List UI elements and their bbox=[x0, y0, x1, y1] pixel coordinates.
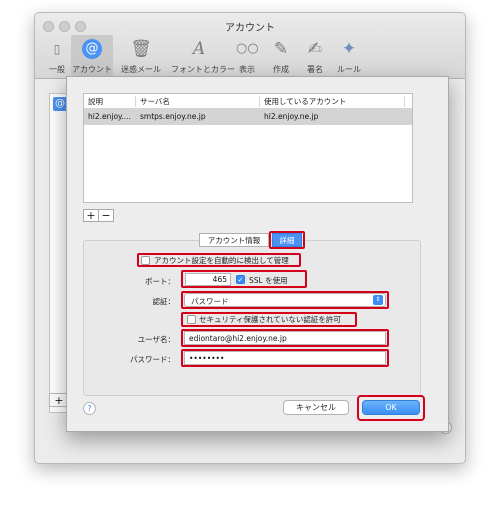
cell-server: smtps.enjoy.ne.jp bbox=[140, 112, 206, 121]
at-icon: @ bbox=[53, 97, 67, 111]
tab-advanced[interactable]: 詳細 bbox=[272, 233, 302, 247]
font-icon: A bbox=[192, 39, 206, 59]
table-header: 説明 サーバ名 使用しているアカウント bbox=[84, 94, 412, 109]
add-server-button[interactable]: + bbox=[83, 209, 99, 222]
toolbar-junk-label: 迷惑メール bbox=[121, 65, 161, 74]
tab-account-info[interactable]: アカウント情報 bbox=[199, 233, 269, 247]
allow-insecure-auth-label: セキュリティ保護されていない認証を許可 bbox=[199, 315, 341, 324]
auto-detect-label: アカウント設定を自動的に検出して管理 bbox=[154, 256, 289, 265]
glasses-icon: ○○ bbox=[236, 41, 259, 56]
trash-junk-icon: 🗑 bbox=[130, 39, 152, 59]
help-button[interactable]: ? bbox=[83, 402, 96, 415]
auth-label: 認証： bbox=[152, 297, 176, 306]
username-field[interactable]: ediontaro@hi2.enjoy.ne.jp bbox=[184, 331, 386, 345]
column-header-description[interactable]: 説明 bbox=[88, 96, 103, 107]
at-icon: @ bbox=[82, 39, 102, 59]
cell-account: hi2.enjoy.ne.jp bbox=[264, 112, 319, 121]
table-row[interactable]: hi2.enjoy.... smtps.enjoy.ne.jp hi2.enjo… bbox=[84, 109, 412, 125]
toolbar-fonts[interactable]: A フォントとカラー bbox=[171, 35, 235, 77]
column-header-account[interactable]: 使用しているアカウント bbox=[264, 96, 346, 107]
smtp-server-table: 説明 サーバ名 使用しているアカウント hi2.enjoy.... smtps.… bbox=[83, 93, 413, 203]
ok-button[interactable]: OK bbox=[362, 400, 420, 415]
password-field[interactable]: •••••••• bbox=[184, 351, 386, 365]
window-titlebar: アカウント ▯ 一般 @ アカウント 🗑 迷惑メール A フォントとカラー ○○… bbox=[35, 13, 465, 79]
ssl-checkbox[interactable]: ✓ bbox=[236, 275, 245, 284]
auth-popup-value: パスワード bbox=[191, 297, 229, 306]
column-header-server[interactable]: サーバ名 bbox=[140, 96, 170, 107]
port-label: ポート： bbox=[145, 277, 175, 286]
column-separator bbox=[135, 96, 136, 107]
pencil-icon: ✎ bbox=[273, 39, 289, 59]
password-label: パスワード： bbox=[130, 355, 175, 364]
auth-popup[interactable]: パスワード ⇕ bbox=[184, 293, 386, 307]
window-title: アカウント bbox=[225, 23, 275, 34]
rules-icon: ✦ bbox=[341, 39, 357, 59]
toolbar-accounts[interactable]: @ アカウント bbox=[71, 35, 113, 77]
cancel-button[interactable]: キャンセル bbox=[283, 400, 349, 415]
toolbar-rules-label: ルール bbox=[337, 65, 361, 74]
switch-icon: ▯ bbox=[53, 42, 61, 56]
toolbar-rules[interactable]: ✦ ルール bbox=[327, 35, 371, 77]
allow-insecure-auth-checkbox[interactable] bbox=[187, 315, 196, 324]
column-separator bbox=[404, 96, 405, 107]
auto-detect-checkbox[interactable] bbox=[141, 256, 150, 265]
ssl-label: SSL を使用 bbox=[249, 276, 288, 285]
cell-description: hi2.enjoy.... bbox=[88, 112, 131, 121]
toolbar-accounts-label: アカウント bbox=[72, 65, 112, 74]
popup-arrows-icon: ⇕ bbox=[373, 295, 383, 305]
port-field[interactable]: 465 bbox=[185, 273, 231, 286]
column-separator bbox=[259, 96, 260, 107]
remove-server-button[interactable]: − bbox=[98, 209, 114, 222]
toolbar-junk[interactable]: 🗑 迷惑メール bbox=[119, 35, 163, 77]
signature-icon: ✍ bbox=[307, 39, 323, 59]
smtp-server-sheet: 説明 サーバ名 使用しているアカウント hi2.enjoy.... smtps.… bbox=[66, 76, 449, 432]
username-label: ユーザ名： bbox=[137, 335, 175, 344]
